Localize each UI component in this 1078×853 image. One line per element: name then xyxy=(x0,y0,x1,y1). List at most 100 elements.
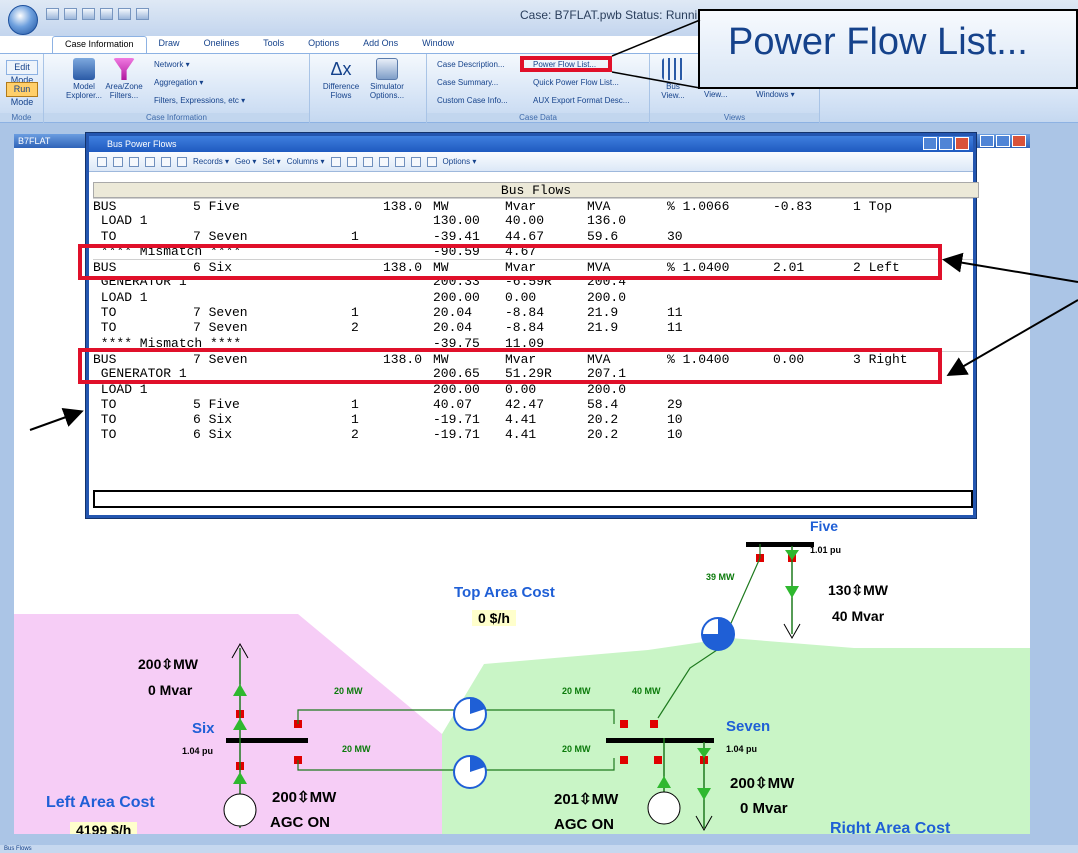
run-mode-button[interactable]: Run Mode xyxy=(6,82,38,107)
aggregation-menu[interactable]: Aggregation ▾ xyxy=(154,78,203,87)
bus-view-button[interactable]: Bus View... xyxy=(656,58,690,100)
tab-window[interactable]: Window xyxy=(410,36,466,53)
custom-case-info-button[interactable]: Custom Case Info... xyxy=(437,96,508,105)
seven-gen-spinner-icon[interactable]: ⇳ xyxy=(579,791,592,808)
tb-sum-icon[interactable] xyxy=(410,156,421,167)
quick-power-flow-list-button[interactable]: Quick Power Flow List... xyxy=(533,78,619,87)
five-load-spinner-icon[interactable]: ⇳ xyxy=(851,582,863,598)
model-explorer-button[interactable]: Model Explorer... xyxy=(64,58,104,100)
bus-flow-cell-e: -19.71 xyxy=(433,427,480,443)
tb-columns-menu[interactable]: Columns ▾ xyxy=(287,157,325,166)
view-menu[interactable]: View... xyxy=(704,90,727,99)
aux-export-format-button[interactable]: AUX Export Format Desc... xyxy=(533,96,629,105)
tb-records-menu[interactable]: Records ▾ xyxy=(193,157,229,166)
bpf-close-icon[interactable] xyxy=(955,137,969,150)
network-menu[interactable]: Network ▾ xyxy=(154,60,190,69)
tb-table-icon[interactable] xyxy=(113,156,123,167)
difference-flows-label: Difference Flows xyxy=(322,82,360,100)
tb-filter-icon[interactable] xyxy=(378,156,389,167)
bus-flow-row[interactable]: LOAD 1 130.00 40.00 136.0 xyxy=(93,213,973,228)
oneline-window-title-text: B7FLAT xyxy=(18,136,51,146)
tb-table2-icon[interactable] xyxy=(426,156,437,167)
mismatch-highlight-2 xyxy=(78,348,942,384)
bus-flows-input-box[interactable] xyxy=(93,490,973,508)
qat-copy-icon[interactable] xyxy=(82,8,95,20)
bus-flow-row[interactable]: TO 7 Seven 1 20.04 -8.84 21.9 11 xyxy=(93,305,973,320)
left-area-cost-value: 4199 $/h xyxy=(70,822,138,834)
case-description-button[interactable]: Case Description... xyxy=(437,60,505,69)
bpf-maximize-icon[interactable] xyxy=(939,137,953,150)
ribbon-tabs: Case Information Draw Onelines Tools Opt… xyxy=(52,36,466,53)
bus-flow-row[interactable]: BUS 5 Five 138.0 MW Mvar MVA % 1.0066 -0.83 1 To… xyxy=(93,198,973,214)
bpf-minimize-icon[interactable] xyxy=(923,137,937,150)
six-agc-status[interactable]: AGC ON xyxy=(270,814,330,831)
tab-tools[interactable]: Tools xyxy=(251,36,296,53)
case-data-group-label: Case Data xyxy=(427,113,649,122)
bus-power-flows-window[interactable]: Bus Power Flows Records ▾ Geo ▾ Set ▾ Co… xyxy=(86,133,979,518)
bus-flow-cell-g: 20.2 xyxy=(587,412,619,428)
windows-menu[interactable]: Windows ▾ xyxy=(756,90,795,99)
tb-grid2-icon[interactable] xyxy=(394,156,405,167)
tb-set-menu[interactable]: Set ▾ xyxy=(262,157,280,166)
bus-flow-row[interactable]: TO 6 Six 1 -19.71 4.41 20.2 10 xyxy=(93,412,973,427)
bus-flows-rows: BUS 5 Five 138.0 MW Mvar MVA % 1.0066 -0.83 1 To… xyxy=(93,198,973,443)
bus-flows-header: Bus Flows xyxy=(93,182,979,198)
seven-load-spinner-icon[interactable]: ⇳ xyxy=(755,775,768,792)
bus-flow-cell-g: 21.9 xyxy=(587,320,619,336)
bus-flow-row[interactable]: TO 7 Seven 1 -39.41 44.67 59.6 30 xyxy=(93,229,973,244)
bus-flow-cell-b: 6 Six xyxy=(193,427,233,443)
qat-grid-icon[interactable] xyxy=(118,8,131,20)
qat-table-icon[interactable] xyxy=(100,8,113,20)
bus-flow-cell-h: 30 xyxy=(667,228,683,244)
qat-save-icon[interactable] xyxy=(46,8,59,20)
tab-draw[interactable]: Draw xyxy=(147,36,192,53)
tb-options-menu[interactable]: Options ▾ xyxy=(443,157,477,166)
bus-power-flows-title-bar: Bus Power Flows xyxy=(89,136,973,152)
six-load-mvar: 0 Mvar xyxy=(148,682,193,698)
bus-flow-cell-f: 40.00 xyxy=(505,213,545,229)
seven-load-mw-unit: MW xyxy=(767,775,795,792)
six-load-spinner-icon[interactable]: ⇳ xyxy=(161,656,173,672)
simulator-options-button[interactable]: Simulator Options... xyxy=(364,58,410,100)
edit-mode-button[interactable]: Edit Mode xyxy=(6,60,38,85)
bus-flow-row[interactable]: TO 7 Seven 2 20.04 -8.84 21.9 11 xyxy=(93,320,973,335)
tab-onelines[interactable]: Onelines xyxy=(192,36,252,53)
close-icon[interactable] xyxy=(1012,135,1026,147)
tb-records-label: Records xyxy=(193,157,223,166)
area-zone-filters-button[interactable]: Area/Zone Filters... xyxy=(104,58,144,100)
tb-columns-label: Columns xyxy=(286,157,319,166)
tb-grid-icon[interactable] xyxy=(97,156,107,167)
zoom-callout: Power Flow List... xyxy=(698,9,1078,89)
case-summary-button[interactable]: Case Summary... xyxy=(437,78,498,87)
seven-agc-status[interactable]: AGC ON xyxy=(554,816,614,833)
five-load-mvar: 40 Mvar xyxy=(832,608,885,624)
tab-add-ons[interactable]: Add Ons xyxy=(351,36,410,53)
tb-find-next-icon[interactable] xyxy=(177,156,187,167)
qat-open-icon[interactable] xyxy=(64,8,77,20)
minimize-icon[interactable] xyxy=(980,135,994,147)
qat-list-icon[interactable] xyxy=(136,8,149,20)
tb-geo-label: Geo xyxy=(235,157,251,166)
tb-import-icon[interactable] xyxy=(362,156,373,167)
tb-geo-menu[interactable]: Geo ▾ xyxy=(235,157,256,166)
tab-options[interactable]: Options xyxy=(296,36,351,53)
six-gen-mw-value: 200 xyxy=(272,789,298,806)
tb-sort-desc-icon[interactable] xyxy=(145,156,155,167)
tab-case-information[interactable]: Case Information xyxy=(52,36,147,53)
bus-seven-pu: 1.04 pu xyxy=(726,744,758,754)
difference-flows-button[interactable]: Δx Difference Flows xyxy=(318,58,364,100)
tb-export-icon[interactable] xyxy=(346,156,357,167)
tb-find-icon[interactable] xyxy=(161,156,171,167)
bus-flow-row[interactable]: LOAD 1 200.00 0.00 200.0 xyxy=(93,290,973,305)
six-gen-spinner-icon[interactable]: ⇳ xyxy=(297,789,310,806)
bus-flow-cell-g: 59.6 xyxy=(587,228,619,244)
tb-chart-icon[interactable] xyxy=(330,156,341,167)
bus-flow-row[interactable]: TO 5 Five 1 40.07 42.47 58.4 29 xyxy=(93,397,973,412)
flow-label-2: 20 MW xyxy=(342,744,371,754)
maximize-icon[interactable] xyxy=(996,135,1010,147)
application-menu-button[interactable] xyxy=(8,5,38,35)
tb-sort-icon[interactable] xyxy=(129,156,139,167)
windows-label: Windows xyxy=(756,90,789,99)
bus-flow-row[interactable]: TO 6 Six 2 -19.71 4.41 20.2 10 xyxy=(93,427,973,442)
filters-expressions-menu[interactable]: Filters, Expressions, etc ▾ xyxy=(154,96,245,105)
